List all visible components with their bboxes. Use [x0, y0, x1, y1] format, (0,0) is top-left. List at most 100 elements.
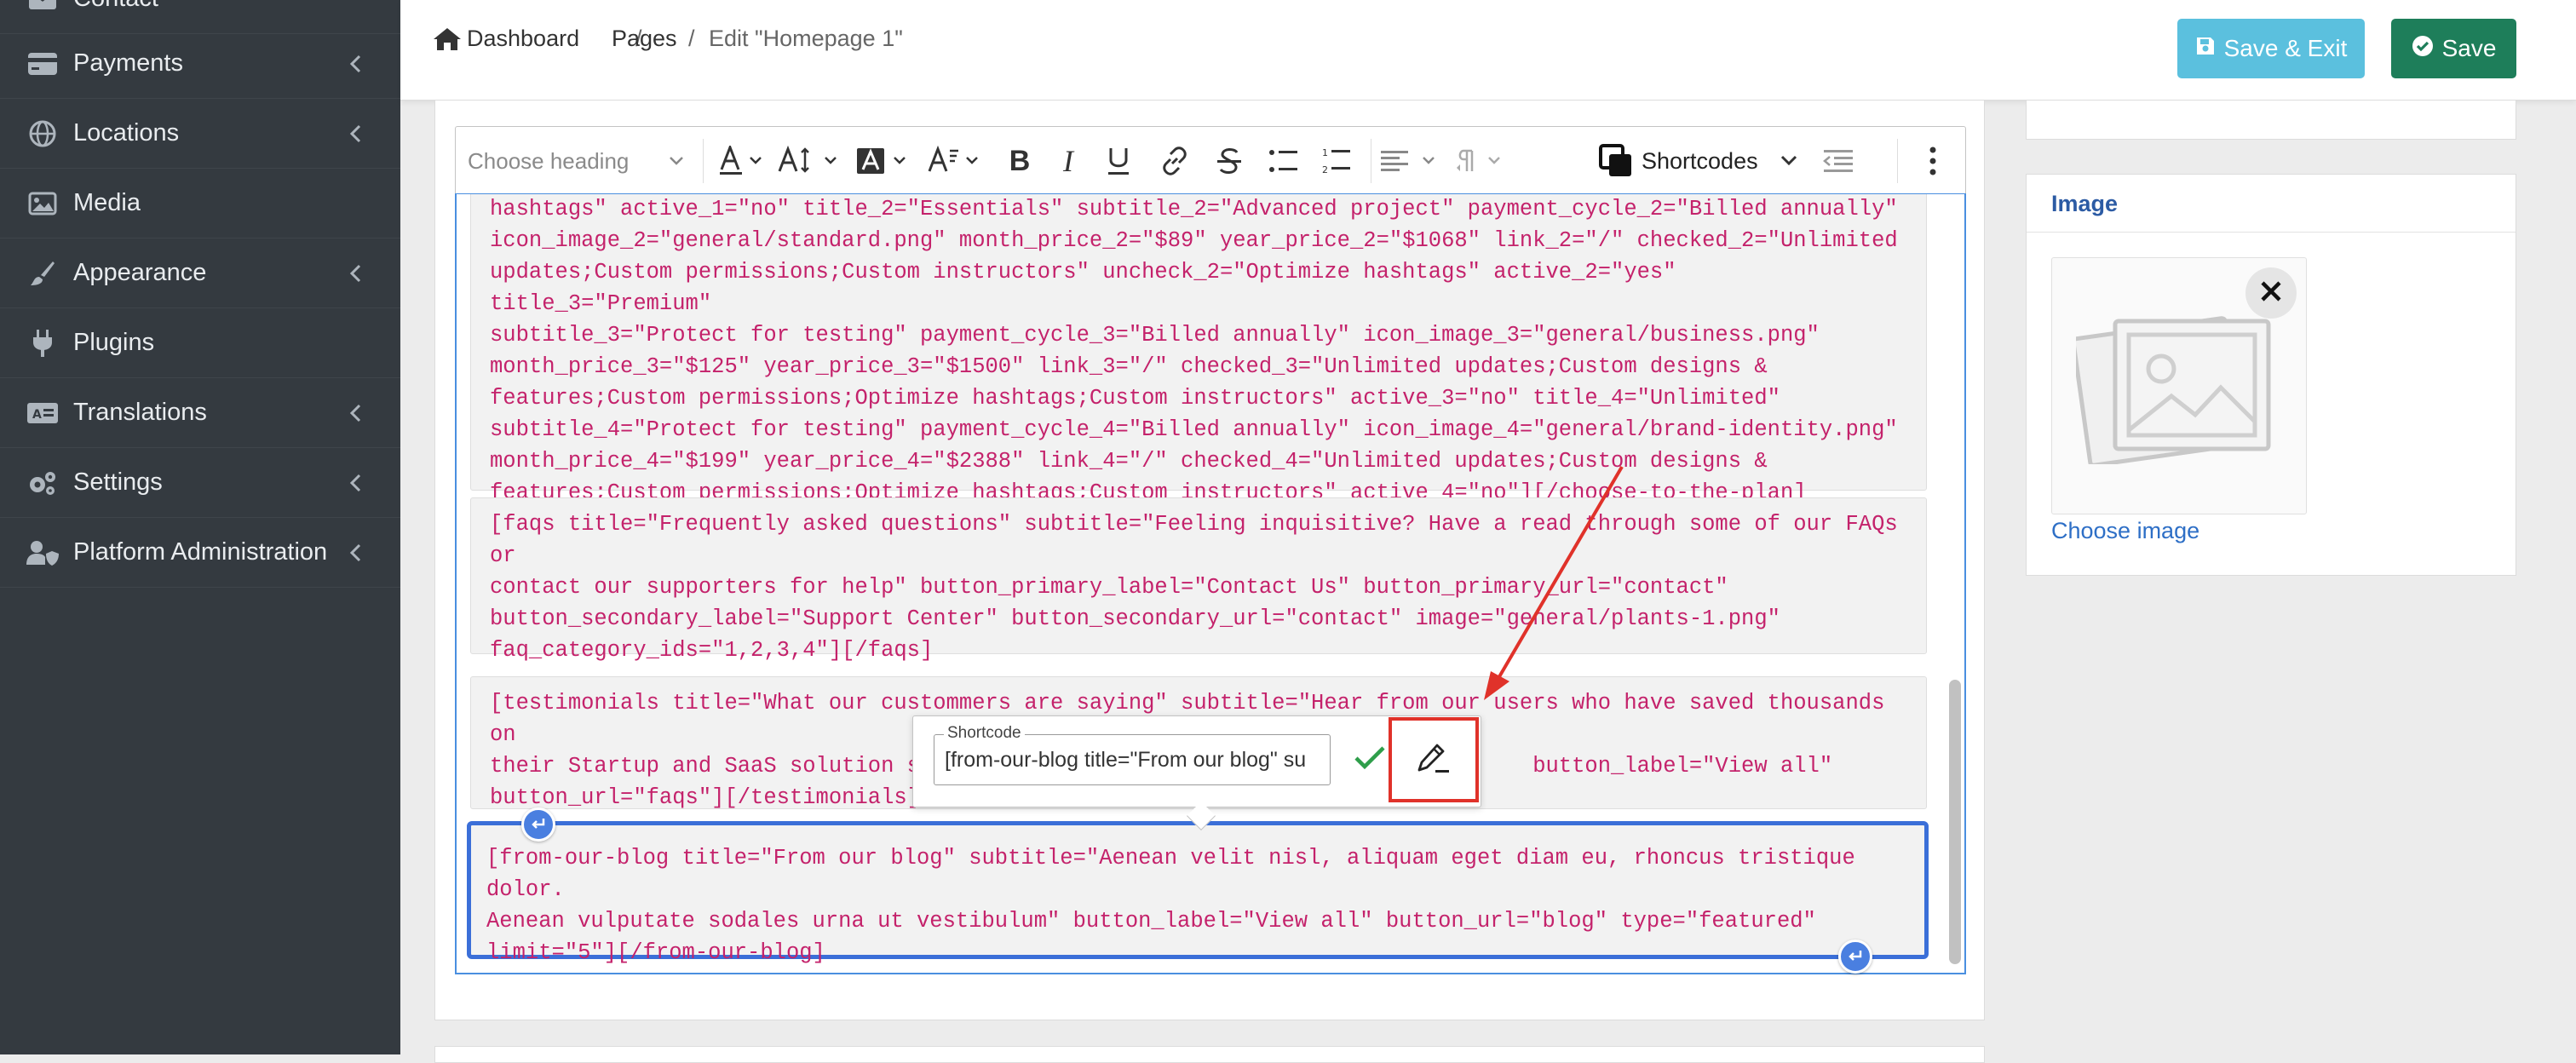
- choose-image-link[interactable]: Choose image: [2051, 518, 2199, 544]
- credit-card-icon: [26, 47, 60, 81]
- strikethrough-button[interactable]: [1205, 127, 1253, 195]
- sidebar-item-payments[interactable]: Payments: [0, 29, 400, 99]
- sidebar-item-label: Translations: [73, 399, 207, 426]
- shortcode-icon: [1599, 144, 1633, 178]
- underline-icon: [1105, 146, 1132, 176]
- sidebar-item-appearance[interactable]: Appearance: [0, 238, 400, 308]
- save-and-exit-button[interactable]: Save & Exit: [2177, 19, 2365, 78]
- image-placeholder-icon: [2071, 302, 2280, 468]
- more-options-button[interactable]: [1914, 127, 1952, 195]
- image-panel-title: Image: [2051, 191, 2119, 216]
- remove-image-button[interactable]: [2245, 267, 2297, 319]
- shortcode-block-choose-plan[interactable]: hashtags" active_1="no" title_2="Essenti…: [470, 194, 1927, 505]
- font-family-button[interactable]: [923, 127, 989, 195]
- panel-divider: [2027, 232, 2516, 233]
- svg-text:A: A: [32, 408, 42, 422]
- bold-icon: B: [1009, 144, 1031, 177]
- editor-scrollbar-thumb[interactable]: [1949, 680, 1961, 964]
- outdent-button[interactable]: [1810, 127, 1866, 195]
- heading-dropdown[interactable]: Choose heading: [468, 127, 691, 195]
- sidebar-item-media[interactable]: Media: [0, 169, 400, 238]
- sidebar-item-settings[interactable]: Settings: [0, 448, 400, 518]
- sidebar-item-plugins[interactable]: Plugins: [0, 308, 400, 378]
- chevron-left-icon: [342, 261, 368, 286]
- envelope-icon: [26, 0, 60, 16]
- underline-button[interactable]: [1095, 127, 1142, 195]
- chevron-down-icon: [1780, 155, 1797, 167]
- text-direction-button[interactable]: [1451, 127, 1510, 195]
- italic-button[interactable]: I: [1047, 127, 1090, 195]
- sidebar-item-label: Platform Administration: [73, 538, 328, 566]
- sidebar-item-label: Media: [73, 189, 141, 216]
- globe-icon: [26, 117, 60, 151]
- image-icon: [26, 187, 60, 221]
- save-and-exit-label: Save & Exit: [2223, 35, 2348, 61]
- chevron-left-icon: [342, 51, 368, 77]
- user-shield-icon: [26, 536, 60, 570]
- toolbar-separator: [1897, 139, 1898, 183]
- outdent-icon: [1822, 147, 1854, 175]
- font-family-icon: [928, 146, 984, 176]
- chevron-left-icon: [342, 540, 368, 566]
- save-label: Save: [2441, 35, 2497, 61]
- breadcrumb-dashboard[interactable]: Dashboard: [467, 26, 579, 52]
- sidebar-item-label: Payments: [73, 49, 183, 77]
- right-panel-previous-card: [2026, 101, 2516, 140]
- home-icon[interactable]: [433, 27, 462, 55]
- language-icon: A: [26, 396, 60, 430]
- italic-icon: I: [1063, 144, 1073, 178]
- svg-text:1: 1: [1322, 147, 1328, 158]
- font-background-icon: [855, 146, 911, 176]
- font-color-button[interactable]: [713, 127, 769, 195]
- breadcrumb-current: Edit "Homepage 1": [709, 26, 903, 51]
- shortcodes-label: Shortcodes: [1642, 147, 1758, 174]
- sidebar-item-label: Locations: [73, 119, 180, 147]
- cogs-icon: [26, 466, 60, 500]
- editor-toolbar: Choose heading B I 1 2 Shortcodes: [455, 126, 1966, 194]
- chevron-left-icon: [342, 470, 368, 496]
- font-color-icon: [718, 146, 764, 176]
- sidebar-item-platform-administration[interactable]: Platform Administration: [0, 518, 400, 588]
- breadcrumb-pages[interactable]: Pages: [612, 26, 677, 52]
- insert-paragraph-before-icon[interactable]: [521, 807, 555, 842]
- font-size-button[interactable]: [776, 127, 844, 195]
- bold-button[interactable]: B: [998, 127, 1042, 195]
- bulleted-list-icon: [1268, 147, 1299, 175]
- paint-brush-icon: [26, 256, 60, 290]
- close-icon: [2260, 280, 2282, 307]
- chevron-down-icon: [669, 156, 684, 166]
- font-background-color-button[interactable]: [849, 127, 917, 195]
- text-alignment-button[interactable]: [1376, 127, 1446, 195]
- strikethrough-icon: [1216, 146, 1243, 176]
- bulleted-list-button[interactable]: [1260, 127, 1308, 195]
- align-left-icon: [1379, 147, 1442, 175]
- toolbar-separator: [703, 139, 704, 183]
- confirm-shortcode-button[interactable]: [1353, 743, 1387, 777]
- paragraph-direction-icon: [1455, 147, 1506, 175]
- sidebar-item-label: Contact: [73, 0, 158, 13]
- shortcode-block-from-our-blog[interactable]: [from-our-blog title="From our blog" sub…: [467, 821, 1929, 965]
- numbered-list-button[interactable]: 12: [1313, 127, 1360, 195]
- insert-paragraph-after-icon[interactable]: [1838, 939, 1872, 974]
- chevron-left-icon: [342, 400, 368, 426]
- sidebar-item-label: Settings: [73, 468, 163, 496]
- shortcode-block-faqs[interactable]: [faqs title="Frequently asked questions"…: [470, 497, 1927, 663]
- shortcodes-dropdown[interactable]: Shortcodes: [1599, 127, 1803, 195]
- next-card-edge: [434, 1046, 1985, 1063]
- chevron-left-icon: [342, 121, 368, 147]
- edit-shortcode-button[interactable]: [1389, 717, 1479, 802]
- link-button[interactable]: [1151, 127, 1199, 195]
- checkmark-icon: [1354, 745, 1386, 775]
- vertical-dots-icon: [1929, 147, 1937, 175]
- sidebar-item-translations[interactable]: A Translations: [0, 378, 400, 448]
- sidebar-item-label: Appearance: [73, 259, 207, 286]
- save-button[interactable]: Save: [2391, 19, 2516, 78]
- shortcode-input-label: Shortcode: [944, 724, 1025, 743]
- sidebar-item-locations[interactable]: Locations: [0, 99, 400, 169]
- check-circle-icon: [2412, 35, 2434, 63]
- save-icon: [2195, 35, 2216, 62]
- sidebar-item-label: Plugins: [73, 329, 155, 356]
- sidebar: Contact Payments Locations Media Appeara…: [0, 0, 400, 1054]
- font-size-icon: [778, 146, 842, 176]
- svg-text:2: 2: [1322, 164, 1328, 175]
